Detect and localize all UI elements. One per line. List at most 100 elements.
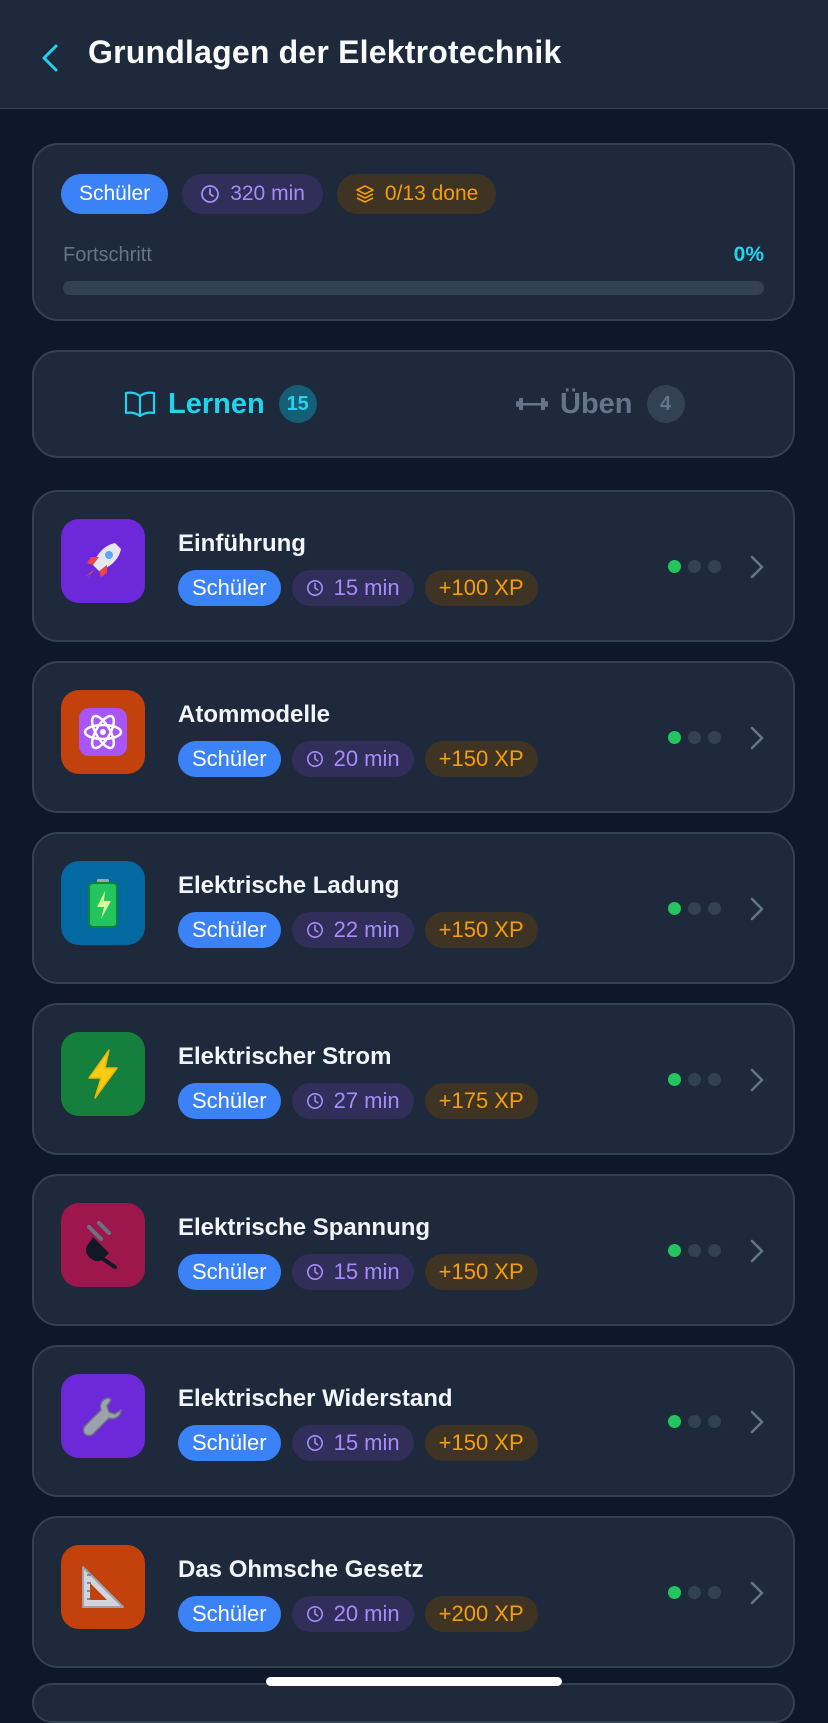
lesson-progress-dots xyxy=(668,1586,721,1599)
clock-icon xyxy=(306,750,323,768)
set-square-icon xyxy=(77,1561,129,1613)
xp-badge: +150 XP xyxy=(424,912,538,948)
layers-icon xyxy=(356,185,374,203)
chevron-left-icon xyxy=(42,44,58,72)
lesson-title: Das Ohmsche Gesetz xyxy=(178,1556,424,1583)
lesson-title: Elektrischer Strom xyxy=(178,1043,392,1070)
plug-icon xyxy=(79,1221,127,1269)
lesson-icon-tile xyxy=(61,1374,145,1458)
duration-text: 15 min xyxy=(333,1259,400,1284)
battery-icon xyxy=(81,877,125,929)
progress-dot xyxy=(668,1244,681,1257)
chevron-right-icon xyxy=(750,897,764,921)
progress-dot xyxy=(708,1244,721,1257)
lesson-progress-dots xyxy=(668,560,721,573)
level-badge: Schüler xyxy=(178,1425,281,1461)
done-text: 0/13 done xyxy=(384,182,479,205)
wrench-icon xyxy=(79,1392,127,1440)
clock-icon xyxy=(306,579,323,597)
lesson-icon-tile xyxy=(61,519,145,603)
level-badge: Schüler xyxy=(178,570,281,606)
duration-text: 27 min xyxy=(333,1088,400,1113)
lesson-progress-dots xyxy=(668,1415,721,1428)
lesson-card[interactable]: Das Ohmsche Gesetz Schüler 20 min +200 X… xyxy=(32,1516,795,1668)
tab-bar: Lernen 15 Üben 4 xyxy=(32,350,795,458)
duration-badge: 22 min xyxy=(291,912,414,948)
rocket-icon xyxy=(79,537,127,585)
open-lesson-button[interactable] xyxy=(742,1063,772,1097)
tab-practice-count: 4 xyxy=(646,385,685,423)
clock-icon xyxy=(306,1605,323,1623)
duration-badge: 15 min xyxy=(291,570,414,606)
lesson-icon-tile xyxy=(61,1203,145,1287)
xp-badge: +175 XP xyxy=(424,1083,538,1119)
progress-dot xyxy=(668,560,681,573)
duration-text: 15 min xyxy=(333,575,400,600)
done-badge: 0/13 done xyxy=(336,174,497,214)
xp-badge: +200 XP xyxy=(424,1596,538,1632)
lesson-progress-dots xyxy=(668,731,721,744)
open-lesson-button[interactable] xyxy=(742,892,772,926)
progress-dot xyxy=(688,1586,701,1599)
lesson-title: Einführung xyxy=(178,530,306,557)
lesson-card[interactable]: Elektrischer Strom Schüler 27 min +175 X… xyxy=(32,1003,795,1155)
chevron-right-icon xyxy=(750,726,764,750)
progress-dot xyxy=(668,1586,681,1599)
duration-text: 22 min xyxy=(333,917,400,942)
progress-dot xyxy=(688,560,701,573)
lightning-icon xyxy=(81,1048,125,1100)
lesson-card[interactable]: Elektrische Ladung Schüler 22 min +150 X… xyxy=(32,832,795,984)
open-lesson-button[interactable] xyxy=(742,721,772,755)
lesson-progress-dots xyxy=(668,1244,721,1257)
xp-badge: +100 XP xyxy=(424,570,538,606)
lesson-card-partial[interactable] xyxy=(32,1683,795,1723)
lesson-icon-tile xyxy=(61,861,145,945)
tab-practice-label: Üben xyxy=(560,387,633,420)
open-lesson-button[interactable] xyxy=(742,1234,772,1268)
atom-icon xyxy=(77,706,129,758)
lesson-card[interactable]: Atommodelle Schüler 20 min +150 XP xyxy=(32,661,795,813)
book-icon xyxy=(124,391,156,418)
lesson-progress-dots xyxy=(668,902,721,915)
duration-text: 20 min xyxy=(333,746,400,771)
lesson-title: Atommodelle xyxy=(178,701,331,728)
duration-text: 320 min xyxy=(230,182,305,205)
progress-percent: 0% xyxy=(733,243,764,266)
progress-dot xyxy=(708,731,721,744)
open-lesson-button[interactable] xyxy=(742,1576,772,1610)
progress-dot xyxy=(708,560,721,573)
level-badge: Schüler xyxy=(178,1254,281,1290)
duration-badge: 27 min xyxy=(291,1083,414,1119)
lesson-icon-tile xyxy=(61,1032,145,1116)
progress-dot xyxy=(688,902,701,915)
chevron-right-icon xyxy=(750,1410,764,1434)
back-button[interactable] xyxy=(30,38,70,78)
lesson-card[interactable]: Elektrischer Widerstand Schüler 15 min +… xyxy=(32,1345,795,1497)
tab-learn[interactable]: Lernen 15 xyxy=(124,352,317,456)
clock-icon xyxy=(306,921,323,939)
dumbbell-icon xyxy=(516,398,548,410)
lesson-icon-tile xyxy=(61,690,145,774)
level-badge: Schüler xyxy=(178,1596,281,1632)
duration-badge: 15 min xyxy=(291,1425,414,1461)
clock-icon xyxy=(306,1092,323,1110)
progress-dot xyxy=(668,1415,681,1428)
progress-dot xyxy=(708,1415,721,1428)
chevron-right-icon xyxy=(750,1581,764,1605)
xp-badge: +150 XP xyxy=(424,741,538,777)
duration-badge: 20 min xyxy=(291,741,414,777)
open-lesson-button[interactable] xyxy=(742,1405,772,1439)
chevron-right-icon xyxy=(750,1068,764,1092)
level-badge: Schüler xyxy=(178,912,281,948)
tab-practice[interactable]: Üben 4 xyxy=(516,352,685,456)
progress-bar xyxy=(63,281,764,295)
clock-icon xyxy=(201,185,220,203)
progress-dot xyxy=(688,1415,701,1428)
lesson-title: Elektrischer Widerstand xyxy=(178,1385,453,1412)
lesson-icon-tile xyxy=(61,1545,145,1629)
progress-dot xyxy=(668,1073,681,1086)
lesson-card[interactable]: Elektrische Spannung Schüler 15 min +150… xyxy=(32,1174,795,1326)
lesson-title: Elektrische Ladung xyxy=(178,872,400,899)
lesson-card[interactable]: Einführung Schüler 15 min +100 XP xyxy=(32,490,795,642)
open-lesson-button[interactable] xyxy=(742,550,772,584)
